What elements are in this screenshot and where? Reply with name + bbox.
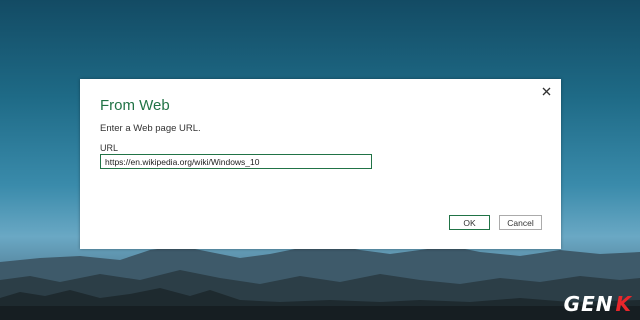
close-icon bbox=[542, 87, 550, 95]
watermark-prefix: GEN bbox=[563, 292, 614, 316]
ok-button[interactable]: OK bbox=[449, 215, 490, 230]
genk-watermark: GEN K bbox=[564, 292, 632, 316]
mountain-landscape bbox=[0, 244, 640, 320]
url-label: URL bbox=[100, 143, 119, 153]
from-web-dialog: From Web Enter a Web page URL. URL OK Ca… bbox=[80, 79, 561, 249]
watermark-suffix: K bbox=[615, 292, 632, 316]
url-input[interactable] bbox=[100, 154, 372, 169]
dialog-subtitle: Enter a Web page URL. bbox=[100, 123, 201, 134]
dialog-title: From Web bbox=[100, 97, 170, 114]
cancel-button[interactable]: Cancel bbox=[499, 215, 542, 230]
desktop-background: From Web Enter a Web page URL. URL OK Ca… bbox=[0, 0, 640, 320]
close-button[interactable] bbox=[538, 83, 554, 99]
